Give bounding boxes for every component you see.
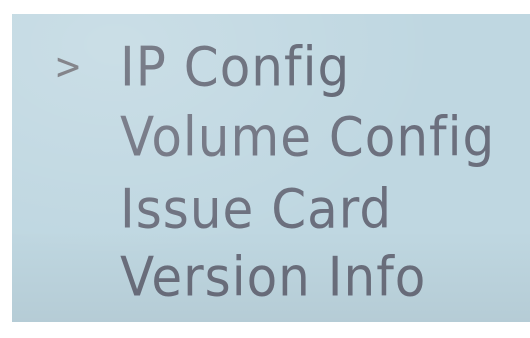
lcd-screen: > IP Config Volume Config Issue Card Ver… [12,14,530,322]
settings-menu: > IP Config Volume Config Issue Card Ver… [12,14,530,322]
menu-item-label: Volume Config [120,105,496,169]
menu-item-label: Version Info [120,245,427,309]
menu-item-label: Issue Card [120,177,393,241]
menu-item-label: IP Config [120,35,351,99]
menu-item-volume-config[interactable]: Volume Config [12,102,530,172]
selection-cursor: > [56,44,81,90]
menu-item-version-info[interactable]: Version Info [12,242,530,312]
menu-item-issue-card[interactable]: Issue Card [12,174,530,244]
menu-item-ip-config[interactable]: > IP Config [12,32,530,102]
